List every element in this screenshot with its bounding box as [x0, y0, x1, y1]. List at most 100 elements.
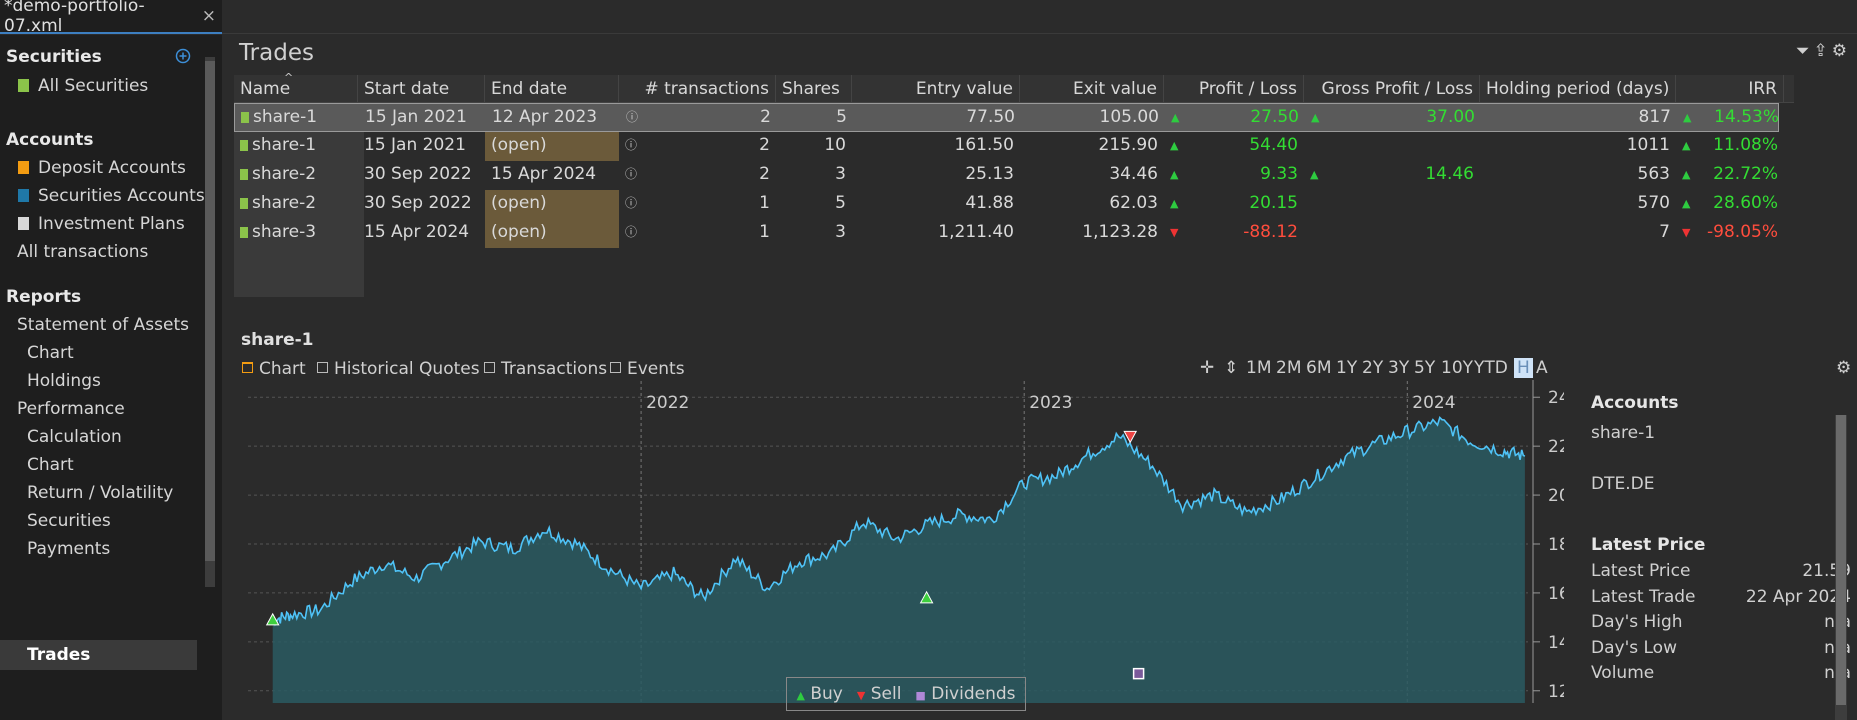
table-row[interactable]: share-2 30 Sep 2022 15 Apr 2024 2 3 25.13 34.4… — [234, 161, 1779, 190]
column-header-gross-profit-loss[interactable]: Gross Profit / Loss — [1304, 75, 1480, 103]
page-title: Trades — [239, 40, 314, 66]
table-row[interactable]: share-1 15 Jan 2021 (open) 2 10 161.50 215.90 5… — [234, 132, 1779, 161]
sidebar-item-investment-plans[interactable]: Investment Plans — [18, 209, 185, 239]
dividend-marker — [1132, 667, 1145, 680]
sidebar-item-performance[interactable]: Performance — [17, 394, 125, 424]
scale-icon[interactable]: ⇕ — [1224, 358, 1238, 378]
tab-demo-portfolio[interactable]: *demo-portfolio-07.xml × — [0, 0, 222, 36]
period-button-ytd[interactable]: YTD — [1474, 358, 1508, 378]
sidebar-scrollbar[interactable] — [205, 57, 215, 587]
info-icon[interactable]: ⓘ — [625, 219, 637, 246]
info-row-label: Volume — [1591, 663, 1655, 683]
cell-gross — [1304, 219, 1480, 248]
trend-up-icon: ▲ — [1170, 197, 1179, 210]
sidebar-head-reports: Reports — [6, 287, 82, 307]
period-button-h[interactable]: H — [1514, 358, 1533, 378]
info-icon[interactable]: ⓘ — [625, 190, 637, 217]
period-button-a[interactable]: A — [1536, 358, 1548, 378]
sidebar-item-return-volatility[interactable]: Return / Volatility — [27, 478, 173, 508]
column-header-start-date[interactable]: Start date — [358, 75, 485, 103]
sidebar-item-trades[interactable]: Trades — [0, 640, 197, 670]
column-header-irr[interactable]: IRR — [1676, 75, 1784, 103]
info-panel-scrollbar-thumb[interactable] — [1836, 415, 1846, 705]
legend-buy[interactable]: ▲ Buy — [796, 684, 842, 704]
tab-chart[interactable]: Chart — [242, 359, 306, 379]
info-account-name[interactable]: share-1 — [1591, 420, 1655, 446]
security-icon — [240, 227, 248, 238]
cell-entry: 1,211.40 — [938, 222, 1014, 242]
period-button-10y[interactable]: 10Y — [1441, 358, 1473, 378]
tab-events[interactable]: Events — [610, 359, 685, 379]
export-icon[interactable]: ⇪ — [1814, 41, 1832, 61]
filter-icon[interactable]: ⏷ — [1796, 41, 1814, 61]
info-panel-scrollbar[interactable] — [1835, 415, 1847, 720]
column-header-name[interactable]: Name — [234, 75, 358, 103]
legend-dividends[interactable]: ■ Dividends — [915, 684, 1015, 704]
sidebar-item-chart[interactable]: Chart — [27, 338, 74, 368]
period-button-2y[interactable]: 2Y — [1362, 358, 1383, 378]
legend-sell[interactable]: ▼ Sell — [857, 684, 902, 704]
sidebar-item-all-securities[interactable]: All Securities — [18, 71, 148, 101]
period-button-3y[interactable]: 3Y — [1388, 358, 1409, 378]
info-ticker: DTE.DE — [1591, 474, 1655, 494]
column-header-shares[interactable]: Shares — [776, 75, 852, 103]
sidebar-item-payments[interactable]: Payments — [27, 534, 110, 564]
cell-start: 30 Sep 2022 — [364, 164, 472, 184]
column-header-holding-period[interactable]: Holding period (days) — [1480, 75, 1676, 103]
close-icon[interactable]: × — [202, 6, 216, 26]
period-button-2m[interactable]: 2M — [1276, 358, 1301, 378]
chart-tab-icon — [242, 362, 253, 373]
period-button-5y[interactable]: 5Y — [1414, 358, 1435, 378]
column-header-transactions[interactable]: # transactions — [619, 75, 776, 103]
column-header-entry-value[interactable]: Entry value — [852, 75, 1020, 103]
info-accounts-head: Accounts — [1591, 393, 1679, 413]
info-row: Day's Lown/a — [1591, 635, 1851, 661]
sidebar-item-securities[interactable]: Securities — [27, 506, 111, 536]
cell-shares: 10 — [824, 135, 846, 155]
info-row-label: Latest Trade — [1591, 586, 1696, 607]
info-latest-price-head: Latest Price — [1591, 535, 1706, 555]
tab-historical-quotes[interactable]: Historical Quotes — [317, 359, 480, 379]
cell-name: share-3 — [234, 219, 358, 248]
crosshair-icon[interactable]: ✛ — [1200, 358, 1214, 378]
column-header-end-date[interactable]: End date — [485, 75, 619, 103]
table-row[interactable]: share-1 15 Jan 2021 12 Apr 2023 2 5 77.50 105.… — [234, 103, 1779, 132]
sidebar-item-securities-accounts[interactable]: Securities Accounts — [18, 181, 205, 211]
trend-up-icon: ▲ — [1683, 111, 1692, 124]
sidebar-scrollbar-thumb[interactable] — [205, 61, 215, 561]
sidebar-item-holdings[interactable]: Holdings — [27, 366, 101, 396]
cell-name: share-1 — [235, 104, 359, 133]
sidebar-item-statement-of-assets[interactable]: Statement of Assets — [17, 310, 189, 340]
gear-icon[interactable]: ⚙ — [1832, 41, 1851, 61]
add-icon[interactable] — [175, 48, 191, 64]
view-toolbar: ⏷⇪⚙ — [1796, 41, 1851, 61]
column-header-profit-loss[interactable]: Profit / Loss — [1164, 75, 1304, 103]
cell-hold: 1011 — [1626, 135, 1670, 155]
cell-entry: 161.50 — [954, 135, 1014, 155]
cell-pl: 9.33 — [1260, 164, 1298, 184]
y-tick-label: 14 — [1548, 633, 1564, 653]
sidebar-item-performance-chart[interactable]: Chart — [27, 450, 74, 480]
column-header-exit-value[interactable]: Exit value — [1020, 75, 1164, 103]
tab-transactions[interactable]: Transactions — [484, 359, 607, 379]
trend-up-icon: ▲ — [1682, 139, 1691, 152]
table-row[interactable]: share-3 15 Apr 2024 (open) 1 3 1,211.40 1,123.… — [234, 219, 1779, 248]
period-button-6m[interactable]: 6M — [1306, 358, 1331, 378]
info-row: Day's Highn/a — [1591, 609, 1851, 635]
price-chart[interactable]: 12141618202224202220232024 — [224, 380, 1564, 710]
chart-settings-gear-icon[interactable]: ⚙ — [1836, 358, 1851, 378]
security-icon — [240, 140, 248, 151]
sidebar-item-calculation[interactable]: Calculation — [27, 422, 122, 452]
sidebar-item-deposit-accounts[interactable]: Deposit Accounts — [18, 153, 186, 183]
info-icon[interactable]: ⓘ — [626, 104, 638, 131]
period-button-1m[interactable]: 1M — [1246, 358, 1271, 378]
x-tick-label: 2022 — [646, 393, 689, 413]
sidebar-head-accounts: Accounts — [6, 130, 94, 150]
period-button-1y[interactable]: 1Y — [1336, 358, 1357, 378]
info-icon[interactable]: ⓘ — [625, 132, 637, 159]
security-icon — [241, 112, 249, 123]
sidebar-item-all-transactions[interactable]: All transactions — [17, 237, 148, 267]
cell-pl: -88.12 — [1243, 222, 1298, 242]
info-icon[interactable]: ⓘ — [625, 161, 637, 188]
table-row[interactable]: share-2 30 Sep 2022 (open) 1 5 41.88 62.03 20.1… — [234, 190, 1779, 219]
